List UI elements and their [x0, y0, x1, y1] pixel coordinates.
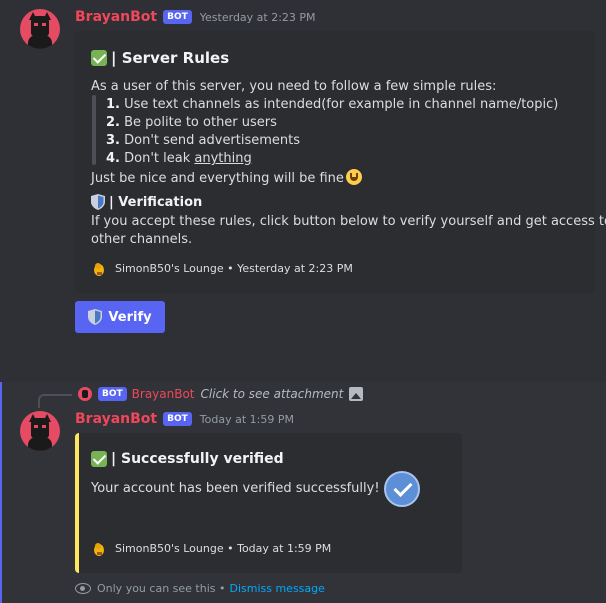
embed-title: | Successfully verified — [91, 451, 284, 467]
server-icon — [91, 260, 107, 276]
username[interactable]: BrayanBot — [75, 9, 157, 25]
rules-closing: Just be nice and everything will be fine — [91, 169, 362, 186]
reply-connector — [38, 394, 72, 408]
embed-footer: SimonB50's Lounge • Today at 1:59 PM — [91, 540, 331, 556]
image-icon — [349, 387, 364, 401]
reply-avatar — [78, 387, 92, 401]
ephemeral-highlight-bar — [0, 382, 2, 603]
ephemeral-notice: Only you can see this • Dismiss message — [75, 582, 325, 595]
message-header: BrayanBot BOT Yesterday at 2:23 PM — [75, 9, 316, 25]
embed-title: | Server Rules — [91, 49, 229, 67]
rule-item: 3. Don't send advertisements — [106, 133, 301, 148]
rule-item: 1. Use text channels as intended(for exa… — [106, 97, 559, 112]
timestamp[interactable]: Yesterday at 2:23 PM — [200, 11, 316, 24]
embed-description: Your account has been verified successfu… — [91, 481, 380, 496]
bot-avatar[interactable] — [20, 411, 60, 451]
reply-reference[interactable]: BOT BrayanBot Click to see attachment — [78, 387, 364, 401]
eye-icon — [75, 583, 91, 594]
verification-heading: | Verification — [91, 194, 202, 210]
username[interactable]: BrayanBot — [75, 411, 157, 427]
bot-tag: BOT — [163, 10, 192, 24]
embed-footer: SimonB50's Lounge • Yesterday at 2:23 PM — [91, 260, 353, 276]
bot-tag: BOT — [163, 412, 192, 426]
shield-icon — [91, 194, 105, 210]
rule-item: 2. Be polite to other users — [106, 115, 277, 130]
verified-badge-icon — [384, 471, 420, 507]
verify-button[interactable]: Verify — [75, 301, 165, 333]
rules-intro: As a user of this server, you need to fo… — [91, 79, 497, 94]
message-header: BrayanBot BOT Today at 1:59 PM — [75, 411, 294, 427]
bot-avatar[interactable] — [20, 9, 60, 49]
check-mark-icon — [91, 50, 107, 66]
dismiss-message-link[interactable]: Dismiss message — [229, 582, 324, 595]
timestamp[interactable]: Today at 1:59 PM — [200, 413, 294, 426]
check-mark-icon — [91, 451, 107, 467]
server-icon — [91, 540, 107, 556]
shield-icon — [88, 309, 103, 325]
rule-item: 4. Don't leak anything — [106, 151, 252, 166]
smiley-emoji-icon — [345, 169, 362, 185]
verification-text: other channels. — [91, 232, 193, 247]
verification-text: If you accept these rules, click button … — [91, 214, 606, 229]
blockquote-bar — [92, 95, 96, 165]
